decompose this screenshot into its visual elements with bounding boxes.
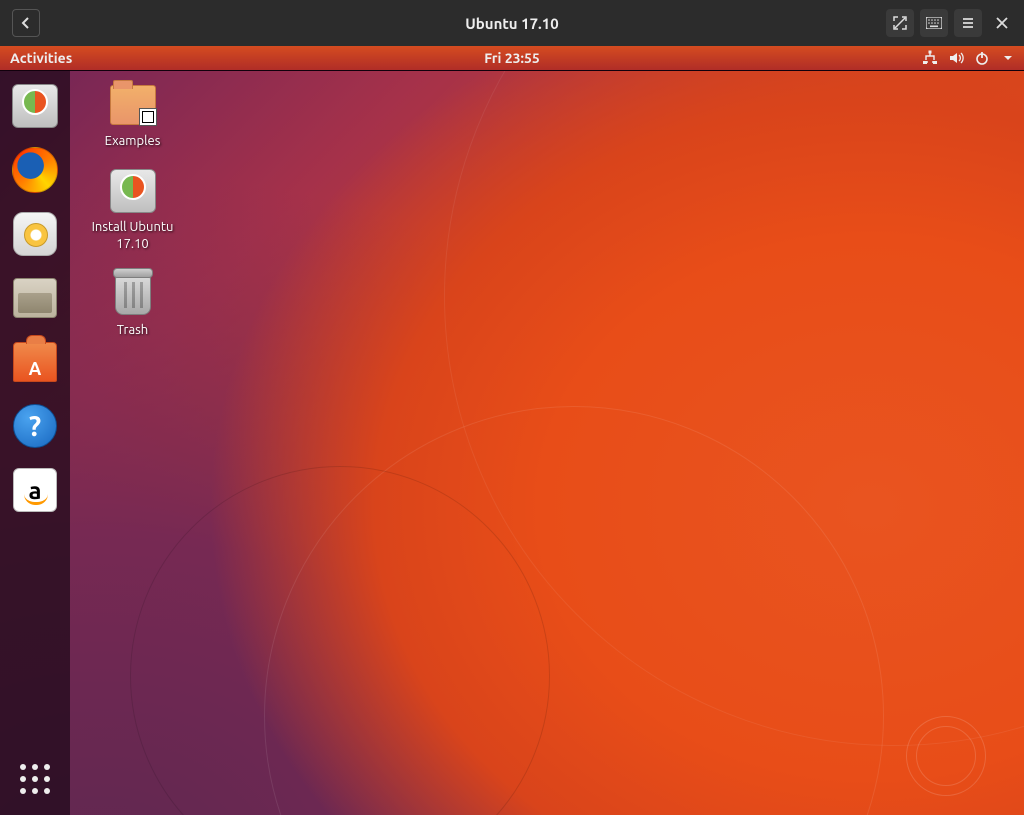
dock-item-software[interactable] xyxy=(10,337,60,387)
desktop-icon-trash[interactable]: Trash xyxy=(85,270,180,338)
fullscreen-icon xyxy=(893,16,907,30)
chevron-left-icon xyxy=(19,16,33,30)
keyboard-icon xyxy=(926,17,942,29)
rhythmbox-icon xyxy=(13,212,57,256)
software-icon xyxy=(13,342,57,382)
network-icon[interactable] xyxy=(922,50,938,66)
desktop-icon-label: Examples xyxy=(85,133,180,149)
help-icon: ? xyxy=(13,404,57,448)
wallpaper-circle xyxy=(916,726,976,786)
vm-back-button[interactable] xyxy=(12,9,40,37)
show-applications-button[interactable] xyxy=(15,759,55,799)
files-icon xyxy=(13,278,57,318)
vm-fullscreen-button[interactable] xyxy=(886,9,914,37)
desktop-icon-label: Trash xyxy=(85,322,180,338)
dock: ? a xyxy=(0,71,70,815)
vm-keyboard-button[interactable] xyxy=(920,9,948,37)
vm-title: Ubuntu 17.10 xyxy=(0,15,1024,32)
dock-item-amazon[interactable]: a xyxy=(10,465,60,515)
wallpaper-circle xyxy=(130,466,550,815)
hamburger-icon xyxy=(961,16,975,30)
system-status-area[interactable] xyxy=(914,50,1024,66)
dock-item-files[interactable] xyxy=(10,273,60,323)
clock[interactable]: Fri 23:55 xyxy=(0,50,1024,66)
dock-item-install-ubuntu[interactable] xyxy=(10,81,60,131)
vm-menu-button[interactable] xyxy=(954,9,982,37)
firefox-icon xyxy=(12,147,58,193)
amazon-icon: a xyxy=(13,468,57,512)
volume-icon[interactable] xyxy=(948,50,964,66)
trash-icon xyxy=(115,273,151,315)
desktop-icon-install-ubuntu[interactable]: Install Ubuntu 17.10 xyxy=(85,167,180,252)
wallpaper-circle xyxy=(906,716,986,796)
installer-icon xyxy=(110,169,156,213)
installer-icon xyxy=(12,84,58,128)
vm-close-button[interactable] xyxy=(988,9,1016,37)
desktop[interactable]: Activities Fri 23:55 xyxy=(0,46,1024,815)
folder-icon xyxy=(110,85,156,125)
desktop-icon-label: Install Ubuntu 17.10 xyxy=(85,219,180,252)
activities-button[interactable]: Activities xyxy=(0,50,82,66)
dropdown-caret-icon[interactable] xyxy=(1000,50,1016,66)
vm-titlebar: Ubuntu 17.10 xyxy=(0,0,1024,46)
close-icon xyxy=(996,17,1008,29)
desktop-icon-examples[interactable]: Examples xyxy=(85,81,180,149)
dock-item-rhythmbox[interactable] xyxy=(10,209,60,259)
dock-item-help[interactable]: ? xyxy=(10,401,60,451)
desktop-icons: Examples Install Ubuntu 17.10 Trash xyxy=(85,81,180,356)
wallpaper-circle xyxy=(444,46,1024,746)
gnome-topbar: Activities Fri 23:55 xyxy=(0,46,1024,71)
power-icon[interactable] xyxy=(974,50,990,66)
wallpaper-circle xyxy=(264,406,884,815)
dock-item-firefox[interactable] xyxy=(10,145,60,195)
